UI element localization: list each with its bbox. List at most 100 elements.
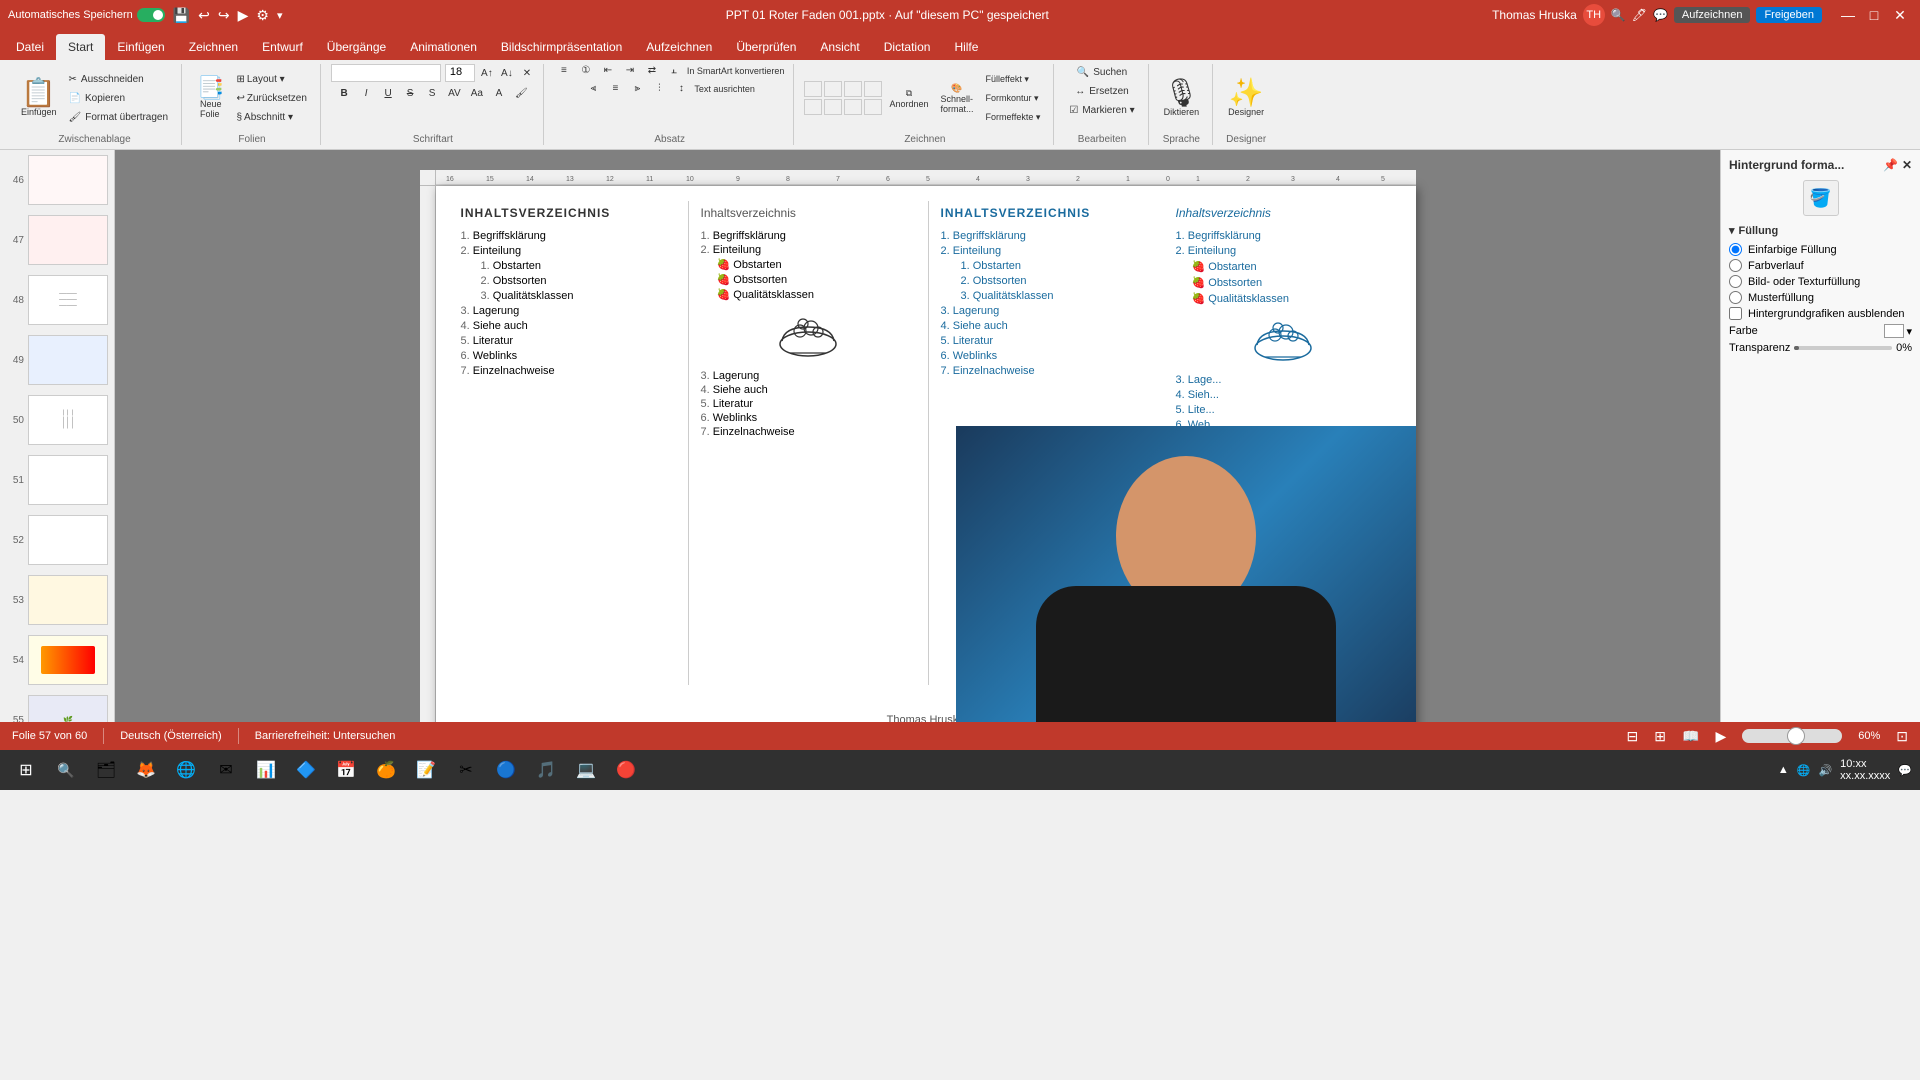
tray-up-icon[interactable]: ▲ — [1778, 764, 1789, 776]
taskbar-teams[interactable]: 🔷 — [288, 752, 324, 788]
tab-start[interactable]: Start — [56, 34, 105, 60]
tray-network[interactable]: 🌐 — [1797, 764, 1811, 777]
zuruecksetzen-button[interactable]: ↩ Zurücksetzen — [231, 90, 311, 107]
taskbar-powerpoint[interactable]: 📊 — [248, 752, 284, 788]
neue-folie-button[interactable]: 📑 NeueFolie — [192, 74, 229, 122]
tab-dictation[interactable]: Dictation — [872, 34, 943, 60]
start-button[interactable]: ⊞ — [8, 752, 44, 788]
slide-thumb-46[interactable]: 46 — [0, 150, 114, 210]
einfuegen-button[interactable]: 📋 Einfügen — [16, 76, 62, 120]
undo-icon[interactable]: ↩ — [198, 7, 210, 24]
search-global-icon[interactable]: 🔍 — [1611, 8, 1626, 22]
slide-thumb-51[interactable]: 51 — [0, 450, 114, 510]
layout-button[interactable]: ⊞ Layout ▾ — [231, 71, 311, 88]
option-farbverlauf[interactable]: Farbverlauf — [1729, 259, 1912, 272]
shape7[interactable] — [844, 99, 862, 115]
shape5[interactable] — [804, 99, 822, 115]
checkbox-hintergrund[interactable] — [1729, 307, 1742, 320]
columns-button[interactable]: ⫠ — [664, 64, 684, 77]
maximize-button[interactable]: □ — [1862, 5, 1886, 25]
smartart-button[interactable]: In SmartArt konvertieren — [686, 65, 786, 77]
slide-thumb-48[interactable]: 48 ─────────────── — [0, 270, 114, 330]
tab-ansicht[interactable]: Ansicht — [808, 34, 871, 60]
color-picker[interactable] — [1884, 324, 1904, 338]
fit-window-icon[interactable]: ⊡ — [1896, 728, 1908, 745]
dropdown-icon[interactable]: ▾ — [277, 9, 283, 22]
indent-less-button[interactable]: ⇤ — [598, 64, 618, 77]
present-icon[interactable]: ▶ — [238, 7, 249, 24]
slide-thumb-52[interactable]: 52 — [0, 510, 114, 570]
italic-button[interactable]: I — [356, 87, 376, 100]
shape4[interactable] — [864, 81, 882, 97]
tab-uebergaenge[interactable]: Übergänge — [315, 34, 398, 60]
option-einfarbig[interactable]: Einfarbige Füllung — [1729, 243, 1912, 256]
taskbar-word[interactable]: 💻 — [568, 752, 604, 788]
transparency-slider[interactable] — [1794, 346, 1892, 350]
list-num-button[interactable]: ① — [576, 64, 596, 77]
slide-thumb-47[interactable]: 47 — [0, 210, 114, 270]
designer-button[interactable]: ✨ Designer — [1223, 76, 1269, 120]
abschnitt-button[interactable]: § Abschnitt ▾ — [231, 109, 311, 126]
slide-thumb-54[interactable]: 54 — [0, 630, 114, 690]
slide-thumb-50[interactable]: 50 │ │ ││ │ ││ │ │ — [0, 390, 114, 450]
taskbar-calendar[interactable]: 📅 — [328, 752, 364, 788]
section-fuellung[interactable]: ▾ Füllung — [1729, 224, 1912, 237]
tray-notification[interactable]: 💬 — [1898, 764, 1912, 777]
record-button[interactable]: Aufzeichnen — [1674, 7, 1751, 23]
slide-thumb-55[interactable]: 55 🌿 — [0, 690, 114, 722]
normal-view-icon[interactable]: ⊟ — [1627, 728, 1639, 745]
tab-bildschirm[interactable]: Bildschirmpräsentation — [489, 34, 634, 60]
tab-einfuegen[interactable]: Einfügen — [105, 34, 176, 60]
text-dir-button[interactable]: ⇄ — [642, 64, 662, 77]
shape6[interactable] — [824, 99, 842, 115]
tab-animationen[interactable]: Animationen — [398, 34, 489, 60]
share-button[interactable]: Freigeben — [1756, 7, 1822, 23]
radio-muster[interactable] — [1729, 291, 1742, 304]
save-icon[interactable]: 💾 — [173, 7, 190, 24]
tab-aufzeichnen[interactable]: Aufzeichnen — [634, 34, 724, 60]
redo-icon[interactable]: ↪ — [218, 7, 230, 24]
formeffekte-button[interactable]: Formeffekte ▾ — [981, 109, 1046, 126]
taskbar-chrome[interactable]: 🌐 — [168, 752, 204, 788]
decrease-font-button[interactable]: A↓ — [499, 67, 515, 80]
minimize-button[interactable]: — — [1836, 5, 1860, 25]
option-hintergrund[interactable]: Hintergrundgrafiken ausblenden — [1729, 307, 1912, 320]
taskbar-outlook[interactable]: ✉ — [208, 752, 244, 788]
presenter-view-icon[interactable]: ▶ — [1715, 728, 1726, 745]
fuelleffekt-button[interactable]: Fülleffekt ▾ — [981, 71, 1046, 88]
slide-sorter-icon[interactable]: ⊞ — [1654, 728, 1666, 745]
ausschneiden-button[interactable]: ✂ Ausschneiden — [64, 71, 174, 88]
align-left-button[interactable]: ⫷ — [583, 82, 603, 95]
schnellformat-button[interactable]: 🎨 Schnell-format... — [935, 80, 978, 117]
option-muster[interactable]: Musterfüllung — [1729, 291, 1912, 304]
radio-einfarbig[interactable] — [1729, 243, 1742, 256]
taskbar-red[interactable]: 🔴 — [608, 752, 644, 788]
panel-close-icon[interactable]: ✕ — [1902, 158, 1912, 172]
taskbar-media[interactable]: 🎵 — [528, 752, 564, 788]
option-bild[interactable]: Bild- oder Texturfüllung — [1729, 275, 1912, 288]
slide-thumb-53[interactable]: 53 — [0, 570, 114, 630]
markieren-button[interactable]: ☑ Markieren ▾ — [1064, 102, 1139, 119]
tray-volume[interactable]: 🔊 — [1818, 764, 1832, 777]
kopieren-button[interactable]: 📄 Kopieren — [64, 90, 174, 107]
tab-zeichnen[interactable]: Zeichnen — [177, 34, 250, 60]
quick-access-icon[interactable]: ⚙ — [256, 7, 269, 24]
ersetzen-button[interactable]: ↔ Ersetzen — [1070, 83, 1133, 100]
clear-format-button[interactable]: ✕ — [519, 67, 535, 80]
shape2[interactable] — [824, 81, 842, 97]
comments-icon[interactable]: 💬 — [1653, 8, 1668, 22]
font-name-input[interactable] — [331, 64, 441, 82]
panel-pin-icon[interactable]: 📌 — [1883, 158, 1898, 172]
formkontur-button[interactable]: Formkontur ▾ — [981, 90, 1046, 107]
slide-canvas[interactable]: INHALTSVERZEICHNIS 1. Begriffsklärung 2.… — [436, 186, 1416, 722]
font-color-button[interactable]: A — [489, 87, 509, 100]
taskbar-explorer[interactable]: 🗂 — [88, 752, 124, 788]
format-button[interactable]: 🖌 Format übertragen — [64, 109, 174, 126]
anordnen-button[interactable]: ⧉ Anordnen — [884, 85, 933, 112]
list-bullet-button[interactable]: ≡ — [554, 64, 574, 77]
share-drawing-icon[interactable]: 🖊 — [1632, 8, 1647, 22]
close-button[interactable]: ✕ — [1888, 5, 1912, 25]
color-dropdown-icon[interactable]: ▾ — [1906, 325, 1912, 338]
diktieren-button[interactable]: 🎙 Diktieren — [1159, 76, 1205, 120]
paint-bucket-button[interactable]: 🪣 — [1803, 180, 1839, 216]
